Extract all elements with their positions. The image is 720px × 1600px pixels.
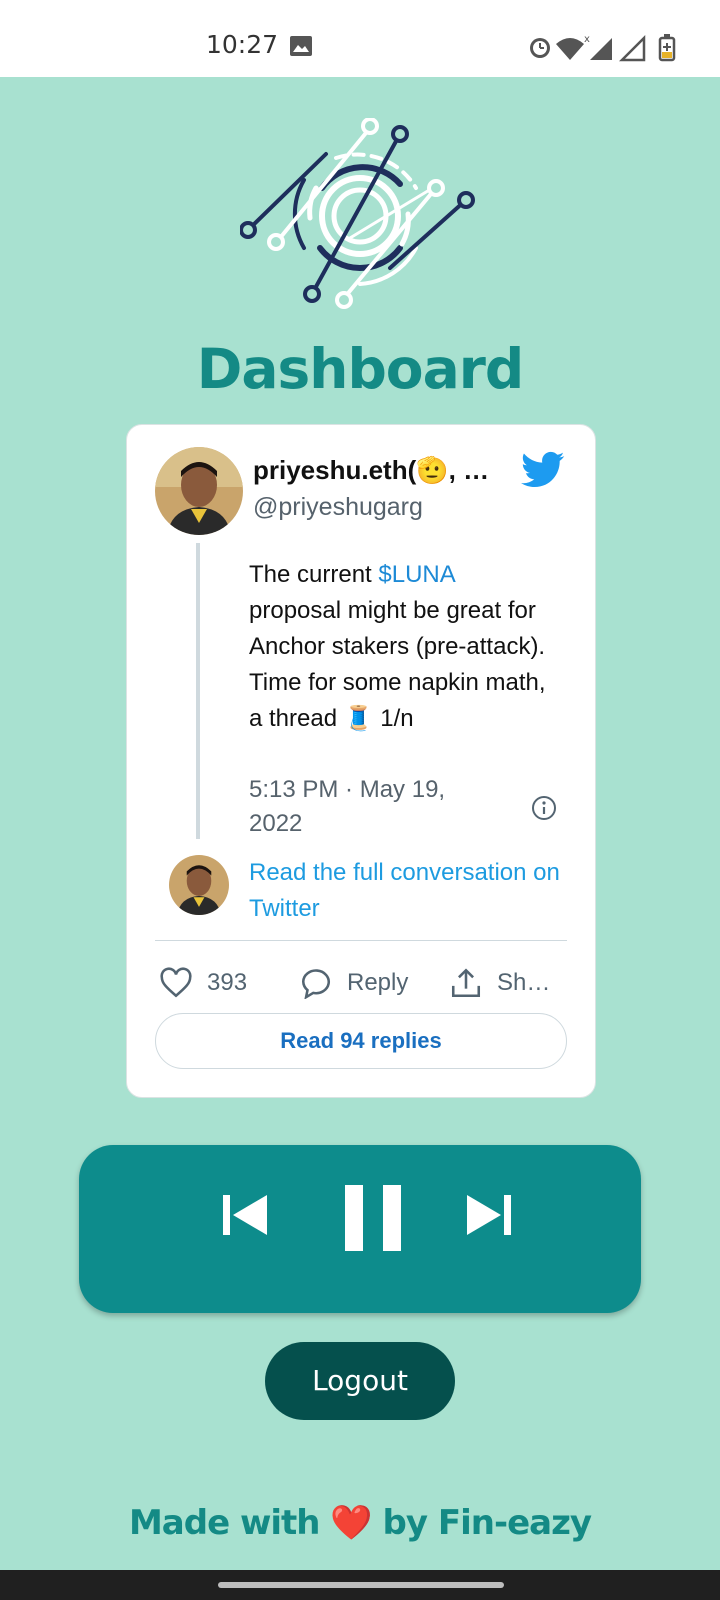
- svg-text:x: x: [584, 34, 590, 45]
- heart-icon: [160, 967, 192, 998]
- status-time: 10:27: [206, 30, 279, 59]
- heart-emoji-icon: ❤️: [330, 1503, 372, 1543]
- wifi-icon: x: [556, 34, 590, 60]
- person-photo: [155, 447, 243, 535]
- reply-label: Reply: [347, 969, 409, 996]
- read-full-conversation-link[interactable]: Read the full conversation on Twitter: [249, 855, 569, 927]
- gesture-handle[interactable]: [218, 1582, 504, 1588]
- read-replies-button[interactable]: Read 94 replies: [155, 1013, 567, 1069]
- status-bar: 10:27 x: [0, 0, 720, 77]
- info-icon[interactable]: [531, 795, 557, 821]
- like-count: 393: [207, 969, 248, 996]
- tweet-text: The current $LUNA proposal might be grea…: [249, 557, 549, 737]
- tweet-divider: [155, 940, 567, 941]
- page-title: Dashboard: [196, 337, 524, 401]
- tweet-text-start: The current: [249, 561, 379, 588]
- twitter-bird-icon[interactable]: [521, 451, 565, 489]
- logout-button[interactable]: Logout: [265, 1342, 455, 1420]
- footer-text-end: by Fin-eazy: [382, 1503, 592, 1543]
- skip-next-icon[interactable]: [467, 1193, 511, 1237]
- author-avatar-small[interactable]: [169, 855, 229, 915]
- tweet-timestamp[interactable]: 5:13 PM · May 19, 2022: [249, 773, 479, 841]
- author-avatar[interactable]: [155, 447, 243, 535]
- alarm-icon: [530, 38, 550, 58]
- footer-credit: Made with ❤️ by Fin-eazy: [0, 1503, 720, 1543]
- person-photo-small: [169, 855, 229, 915]
- tweet-embed-card: priyeshu.eth(🫡, … @priyeshugarg The curr…: [126, 424, 596, 1098]
- status-icons: x: [530, 34, 676, 62]
- like-action[interactable]: 393: [159, 953, 247, 1013]
- share-icon: [451, 968, 481, 998]
- system-navigation-bar: [0, 1570, 720, 1600]
- tweet-author-name[interactable]: priyeshu.eth(🫡, …: [253, 455, 489, 486]
- media-player-controls: [79, 1145, 641, 1313]
- tweet-text-rest: proposal might be great for Anchor stake…: [249, 597, 546, 732]
- thread-connector-line: [196, 543, 200, 839]
- pause-icon[interactable]: [345, 1185, 401, 1251]
- tweet-author-handle[interactable]: @priyeshugarg: [253, 493, 423, 522]
- image-notification-icon: [290, 36, 312, 56]
- skip-previous-icon[interactable]: [223, 1193, 267, 1237]
- cashtag-link[interactable]: $LUNA: [378, 561, 454, 588]
- reply-action[interactable]: Reply: [299, 953, 408, 1013]
- app-logo: [240, 118, 475, 309]
- reply-bubble-icon: [301, 969, 331, 999]
- battery-icon: [658, 34, 676, 62]
- footer-text-start: Made with: [128, 1503, 321, 1543]
- share-label: Sh…: [497, 969, 551, 996]
- share-action[interactable]: Sh…: [449, 953, 550, 1013]
- signal-icon: [590, 34, 646, 62]
- tweet-actions: 393 Reply Sh…: [155, 953, 567, 1013]
